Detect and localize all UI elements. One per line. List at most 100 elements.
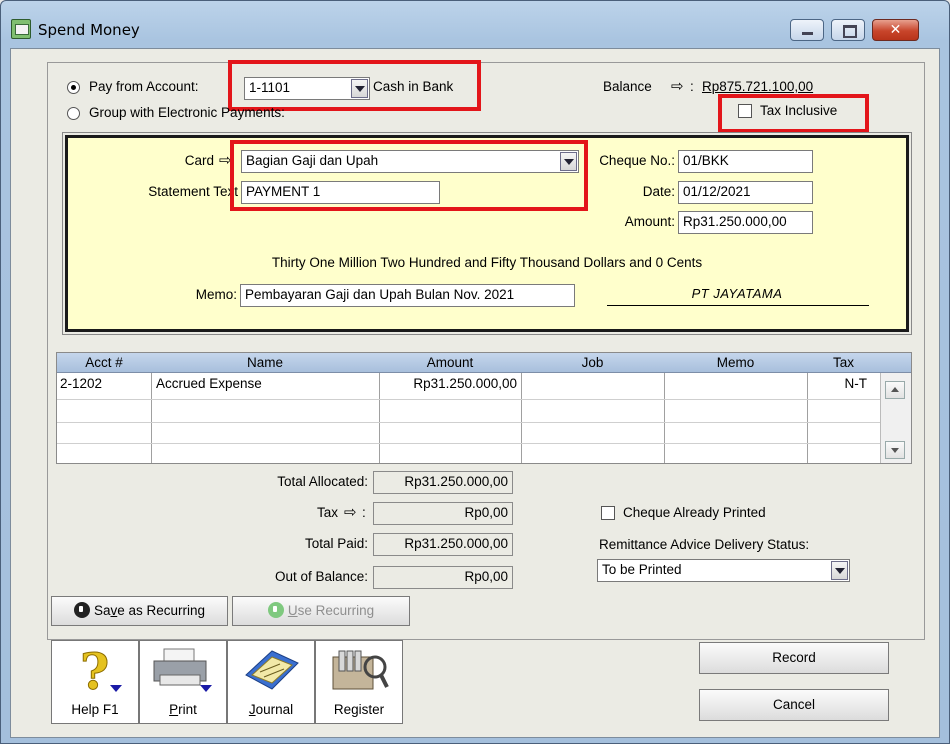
main-panel: Pay from Account: 1-1101 Cash in Bank Gr… <box>47 60 925 640</box>
col-tax[interactable]: Tax <box>807 355 880 370</box>
register-label: Register <box>333 702 385 717</box>
grid-row-line <box>57 422 880 423</box>
card-label: Card <box>184 153 214 168</box>
date-input[interactable]: 01/12/2021 <box>678 181 813 204</box>
grid-row-line <box>57 443 880 444</box>
journal-label: Journal <box>228 702 314 717</box>
minimize-button[interactable] <box>790 19 824 41</box>
use-recurring-text-b: se Recurring <box>297 603 375 618</box>
scroll-down-icon[interactable] <box>885 441 905 459</box>
remittance-dropdown-icon[interactable] <box>831 561 848 580</box>
balance-arrow-icon[interactable]: ⇨ <box>671 77 684 95</box>
cheque-no-input[interactable]: 01/BKK <box>678 150 813 173</box>
total-allocated-label: Total Allocated: <box>277 474 368 489</box>
row-name[interactable]: Accrued Expense <box>156 376 262 391</box>
close-button[interactable] <box>872 19 919 41</box>
amount-label: Amount: <box>624 214 675 229</box>
title-bar[interactable]: Spend Money <box>1 1 949 45</box>
tax-value: Rp0,00 <box>464 505 508 520</box>
out-of-balance-value: Rp0,00 <box>464 569 508 584</box>
row-tax[interactable]: N-T <box>807 376 868 391</box>
remittance-status-value: To be Printed <box>602 562 682 577</box>
highlight-box-tax-inclusive <box>718 94 869 133</box>
save-as-recurring-button[interactable]: Save as Recurring <box>51 596 228 626</box>
print-button[interactable]: Print <box>139 640 227 724</box>
journal-label-a: J <box>248 702 256 717</box>
highlight-box-card <box>230 140 588 211</box>
out-of-balance-field: Rp0,00 <box>373 566 513 589</box>
pay-from-account-label: Pay from Account: <box>89 79 199 94</box>
cheque-panel: Card ⇨ Bagian Gaji dan Upah Statement Te… <box>62 132 912 335</box>
printer-icon <box>153 648 212 692</box>
row-amount[interactable]: Rp31.250.000,00 <box>379 376 517 391</box>
memo-input[interactable]: Pembayaran Gaji dan Upah Bulan Nov. 2021 <box>240 284 575 307</box>
use-recurring-text-a: U <box>287 603 298 618</box>
cheque-no-label: Cheque No.: <box>599 153 675 168</box>
signature-line <box>607 305 869 306</box>
grid-divider <box>151 373 152 463</box>
col-job[interactable]: Job <box>521 355 664 370</box>
tax-field: Rp0,00 <box>373 502 513 525</box>
total-paid-field: Rp31.250.000,00 <box>373 533 513 556</box>
pay-from-account-radio[interactable] <box>67 81 80 94</box>
journal-label-b: ournal <box>255 702 294 717</box>
balance-colon: : <box>690 79 694 94</box>
balance-label: Balance <box>603 79 652 94</box>
grid-divider <box>521 373 522 463</box>
col-acct[interactable]: Acct # <box>57 355 151 370</box>
help-label: Help F1 <box>71 702 119 717</box>
client-area: Pay from Account: 1-1101 Cash in Bank Gr… <box>10 48 940 738</box>
total-allocated-field: Rp31.250.000,00 <box>373 471 513 494</box>
print-label: Print <box>140 702 226 717</box>
group-electronic-payments-label: Group with Electronic Payments: <box>89 105 285 120</box>
cheque-already-printed-checkbox[interactable] <box>601 506 615 520</box>
amount-value: Rp31.250.000,00 <box>683 214 787 229</box>
col-name[interactable]: Name <box>151 355 379 370</box>
total-allocated-value: Rp31.250.000,00 <box>404 474 508 489</box>
tax-arrow-icon[interactable]: ⇨ <box>344 503 357 521</box>
highlight-box-account <box>228 60 481 111</box>
journal-button[interactable]: Journal <box>227 640 315 724</box>
maximize-button[interactable] <box>831 19 865 41</box>
window-title: Spend Money <box>38 21 140 39</box>
save-recurring-text-c: e as Recurring <box>117 603 206 618</box>
memo-value: Pembayaran Gaji dan Upah Bulan Nov. 2021 <box>245 287 515 302</box>
remittance-status-label: Remittance Advice Delivery Status: <box>599 537 810 552</box>
tax-label: Tax <box>316 505 338 520</box>
print-label-a: P <box>169 702 179 717</box>
group-electronic-payments-radio[interactable] <box>67 107 80 120</box>
amount-in-words: Thirty One Million Two Hundred and Fifty… <box>271 255 703 270</box>
cancel-button[interactable]: Cancel <box>699 689 889 721</box>
register-icon <box>332 650 389 690</box>
grid-scrollbar[interactable] <box>880 373 911 463</box>
statement-text-label: Statement Text <box>148 184 238 199</box>
use-recurring-icon <box>267 602 284 618</box>
grid-divider <box>664 373 665 463</box>
cheque-already-printed-label: Cheque Already Printed <box>623 505 766 520</box>
scroll-up-icon[interactable] <box>885 381 905 399</box>
use-recurring-button[interactable]: Use Recurring <box>232 596 410 626</box>
out-of-balance-label: Out of Balance: <box>274 569 368 584</box>
help-button[interactable]: ? Help F1 <box>51 640 139 724</box>
amount-input[interactable]: Rp31.250.000,00 <box>678 211 813 234</box>
tax-colon: : <box>362 505 366 520</box>
journal-icon <box>245 650 299 690</box>
remittance-status-select[interactable]: To be Printed <box>597 559 850 582</box>
col-amount[interactable]: Amount <box>379 355 521 370</box>
print-label-b: rint <box>178 702 197 717</box>
cheque-no-value: 01/BKK <box>683 153 729 168</box>
row-acct[interactable]: 2-1202 <box>60 376 102 391</box>
register-button[interactable]: Register <box>315 640 403 724</box>
date-value: 01/12/2021 <box>683 184 751 199</box>
signature-text: PT JAYATAMA <box>691 286 783 301</box>
col-memo[interactable]: Memo <box>664 355 807 370</box>
balance-value: Rp875.721.100,00 <box>702 79 814 94</box>
total-paid-value: Rp31.250.000,00 <box>404 536 508 551</box>
app-icon <box>11 19 31 39</box>
grid-header: Acct # Name Amount Job Memo Tax <box>57 353 911 373</box>
help-question-icon: ? <box>80 645 122 697</box>
allocation-grid: Acct # Name Amount Job Memo Tax 2-1202 A… <box>56 352 912 464</box>
save-recurring-icon <box>73 602 90 618</box>
record-button[interactable]: Record <box>699 642 889 674</box>
svg-text:?: ? <box>80 645 109 697</box>
